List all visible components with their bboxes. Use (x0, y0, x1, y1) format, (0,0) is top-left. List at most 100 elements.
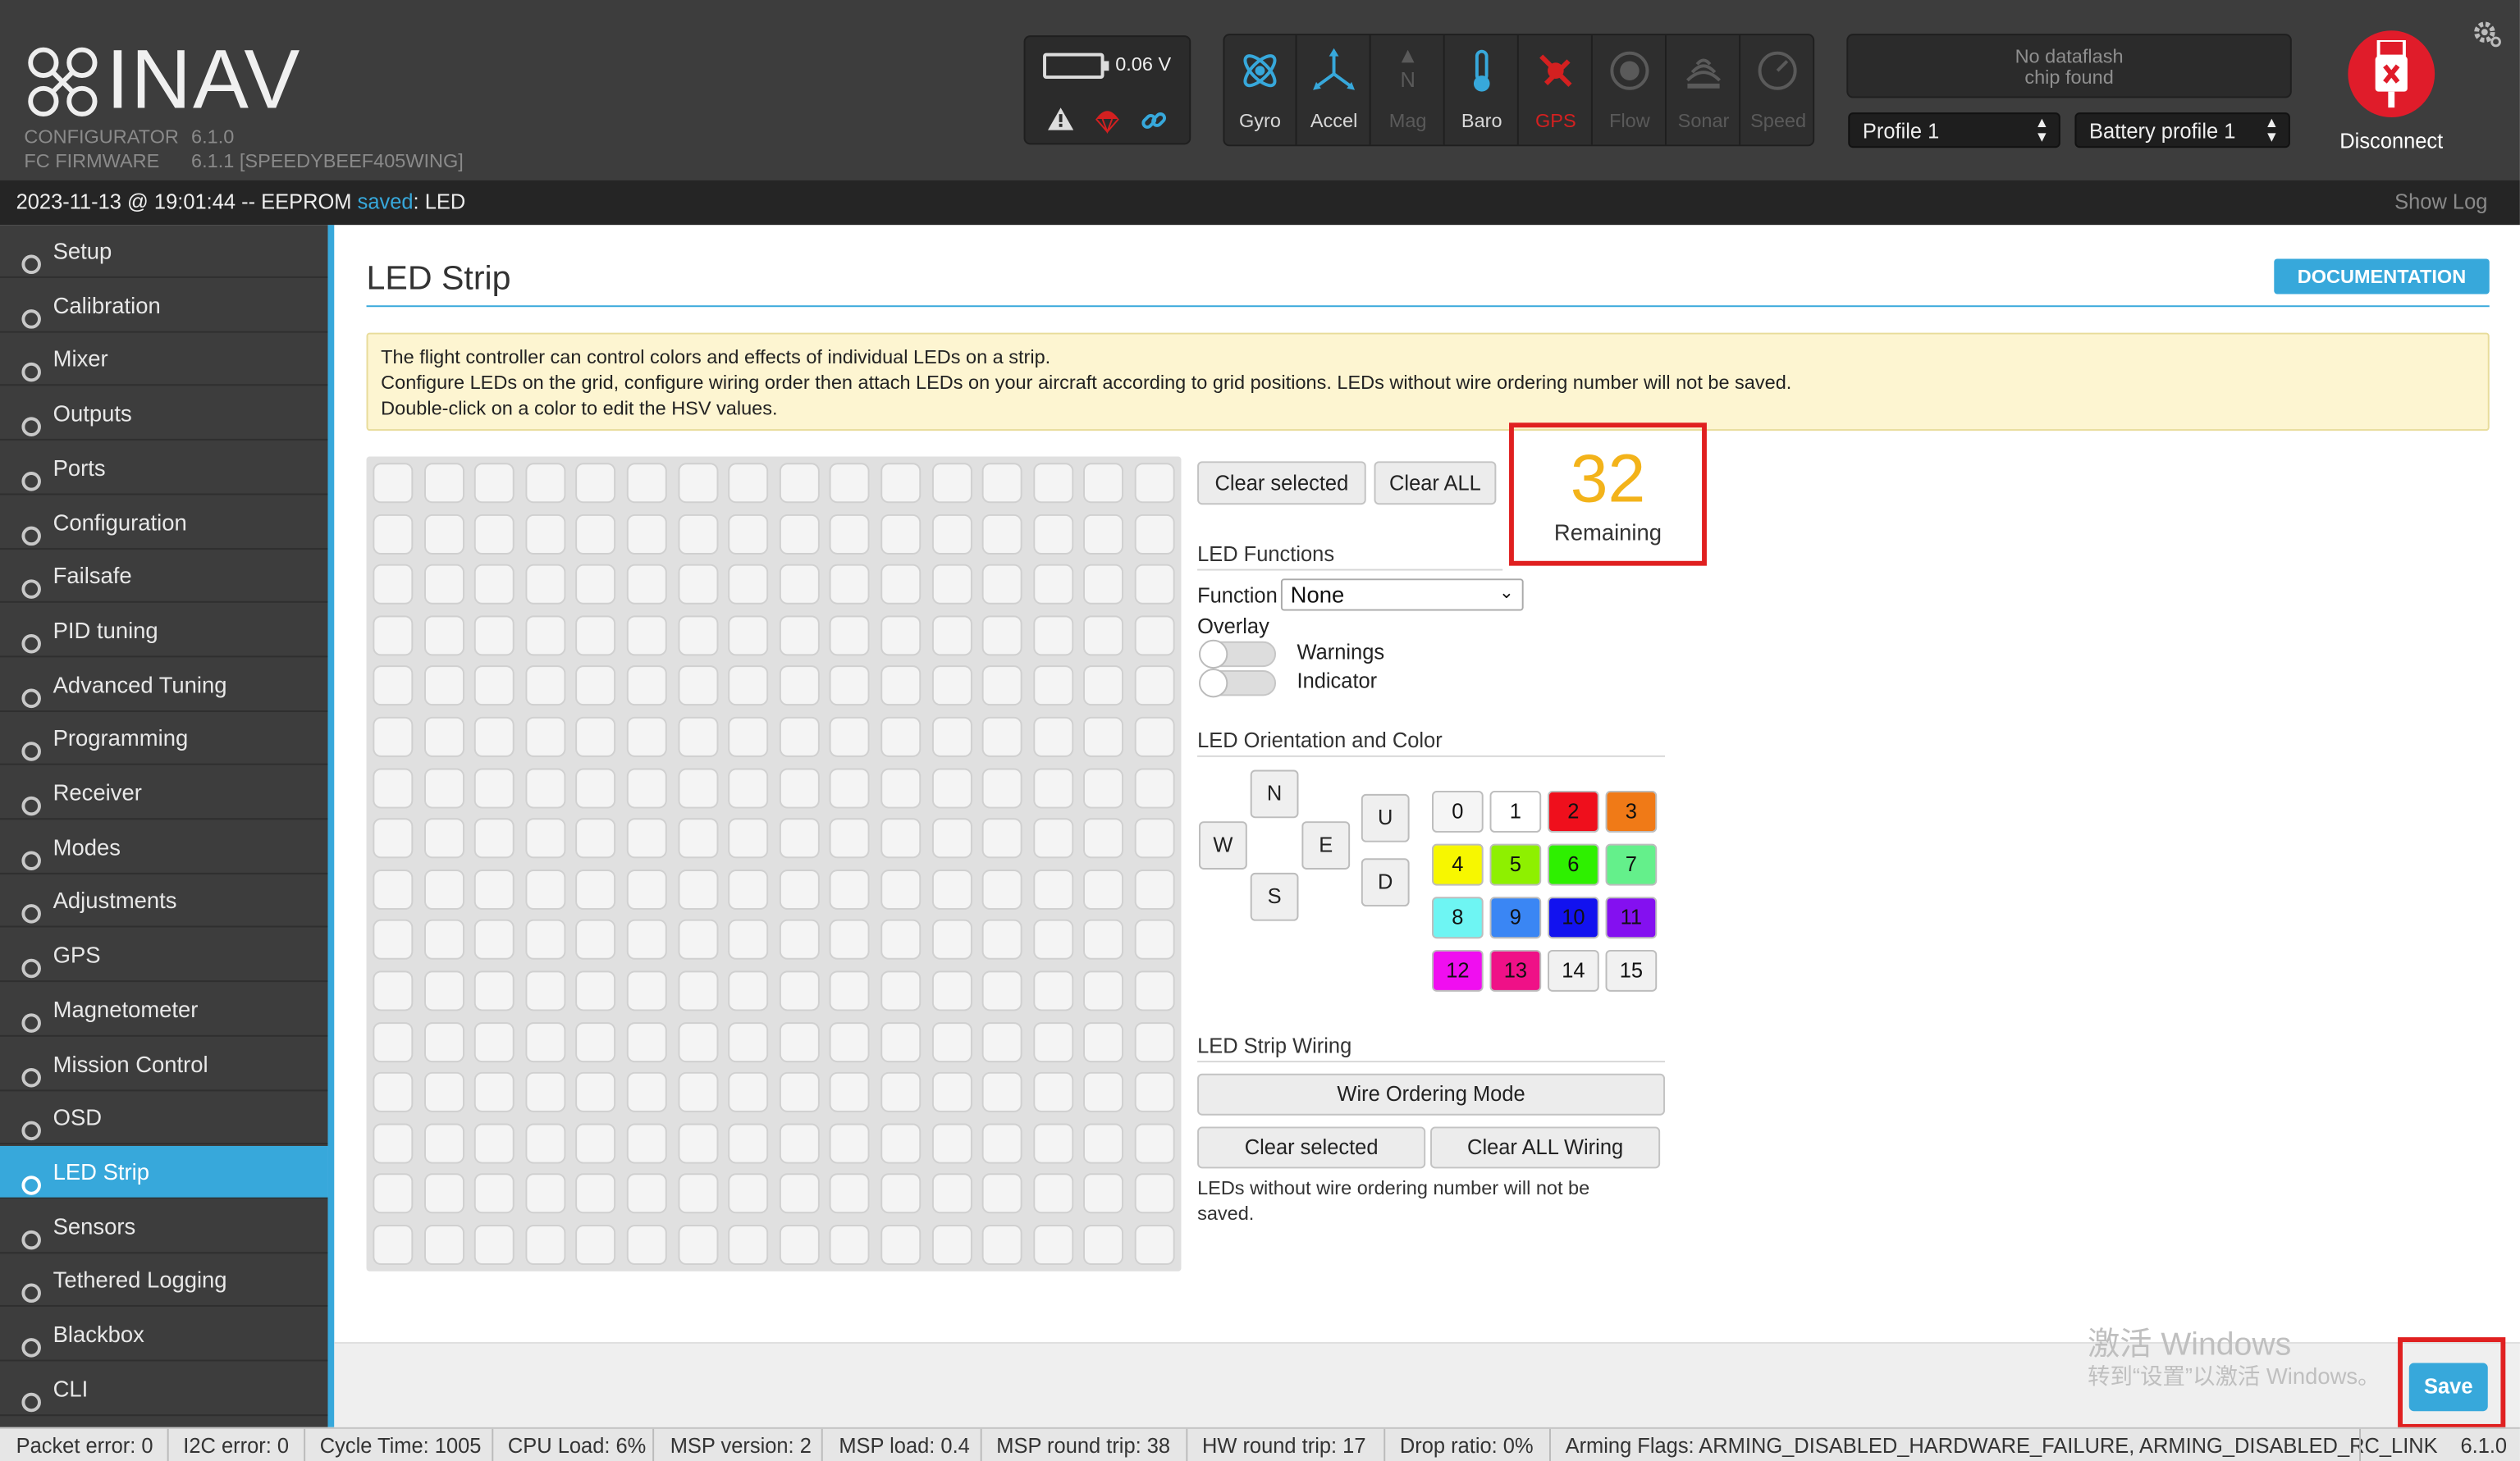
led-cell[interactable] (1083, 970, 1124, 1011)
led-cell[interactable] (423, 1174, 464, 1215)
led-cell[interactable] (982, 1123, 1022, 1164)
led-cell[interactable] (982, 869, 1022, 910)
led-cell[interactable] (373, 716, 414, 757)
led-cell[interactable] (982, 716, 1022, 757)
led-cell[interactable] (779, 818, 820, 859)
led-cell[interactable] (1134, 1174, 1175, 1215)
led-cell[interactable] (779, 767, 820, 808)
led-cell[interactable] (880, 920, 922, 961)
led-cell[interactable] (728, 1224, 769, 1265)
clear-selected-button[interactable]: Clear selected (1197, 461, 1366, 505)
led-cell[interactable] (880, 463, 922, 504)
sidebar-item-adjustments[interactable]: Adjustments (0, 875, 328, 929)
led-cell[interactable] (779, 615, 820, 655)
battery-profile-select[interactable]: Battery profile 1 ▲ ▼ (2074, 112, 2290, 148)
led-cell[interactable] (931, 615, 972, 655)
led-cell[interactable] (575, 1224, 616, 1265)
led-cell[interactable] (779, 514, 820, 555)
led-cell[interactable] (728, 970, 769, 1011)
wire-clear-selected-button[interactable]: Clear selected (1197, 1126, 1426, 1169)
led-cell[interactable] (982, 615, 1022, 655)
led-cell[interactable] (474, 1072, 515, 1113)
led-cell[interactable] (525, 970, 565, 1011)
led-cell[interactable] (525, 1224, 565, 1265)
led-cell[interactable] (626, 970, 667, 1011)
led-cell[interactable] (779, 1072, 820, 1113)
led-cell[interactable] (423, 869, 464, 910)
sidebar-item-failsafe[interactable]: Failsafe (0, 550, 328, 604)
led-cell[interactable] (931, 514, 972, 555)
led-cell[interactable] (575, 615, 616, 655)
led-cell[interactable] (728, 514, 769, 555)
led-cell[interactable] (626, 463, 667, 504)
led-cell[interactable] (626, 716, 667, 757)
led-cell[interactable] (1083, 615, 1124, 655)
settings-gear-icon[interactable] (2470, 18, 2502, 50)
wire-ordering-mode-button[interactable]: Wire Ordering Mode (1197, 1073, 1666, 1116)
led-cell[interactable] (728, 767, 769, 808)
led-cell[interactable] (525, 1021, 565, 1062)
color-swatch-4[interactable]: 4 (1432, 843, 1484, 886)
led-cell[interactable] (525, 716, 565, 757)
led-cell[interactable] (373, 1224, 414, 1265)
led-cell[interactable] (830, 1224, 871, 1265)
color-swatch-1[interactable]: 1 (1489, 790, 1542, 833)
led-cell[interactable] (373, 818, 414, 859)
profile-select[interactable]: Profile 1 ▲ ▼ (1848, 112, 2060, 148)
led-cell[interactable] (830, 920, 871, 961)
led-cell[interactable] (1134, 869, 1175, 910)
led-cell[interactable] (1032, 564, 1073, 605)
led-cell[interactable] (474, 818, 515, 859)
led-cell[interactable] (880, 1123, 922, 1164)
led-cell[interactable] (1134, 615, 1175, 655)
led-cell[interactable] (423, 818, 464, 859)
led-cell[interactable] (931, 818, 972, 859)
led-cell[interactable] (525, 767, 565, 808)
led-cell[interactable] (1134, 564, 1175, 605)
led-cell[interactable] (1083, 665, 1124, 706)
sidebar-item-setup[interactable]: Setup (0, 225, 328, 278)
led-cell[interactable] (830, 1021, 871, 1062)
led-cell[interactable] (626, 1072, 667, 1113)
sidebar-item-cli[interactable]: CLI (0, 1363, 328, 1416)
led-cell[interactable] (1134, 818, 1175, 859)
direction-d-button[interactable]: D (1361, 858, 1410, 907)
led-cell[interactable] (423, 463, 464, 504)
led-cell[interactable] (1134, 1021, 1175, 1062)
led-cell[interactable] (677, 514, 718, 555)
led-cell[interactable] (373, 514, 414, 555)
led-cell[interactable] (931, 869, 972, 910)
led-cell[interactable] (830, 1072, 871, 1113)
color-swatch-13[interactable]: 13 (1489, 949, 1542, 992)
led-cell[interactable] (525, 615, 565, 655)
sidebar-item-gps[interactable]: GPS (0, 929, 328, 983)
led-cell[interactable] (474, 970, 515, 1011)
led-cell[interactable] (931, 564, 972, 605)
color-swatch-2[interactable]: 2 (1548, 790, 1599, 833)
led-cell[interactable] (1134, 1123, 1175, 1164)
led-cell[interactable] (575, 716, 616, 757)
led-cell[interactable] (1134, 970, 1175, 1011)
led-cell[interactable] (423, 564, 464, 605)
led-cell[interactable] (779, 1174, 820, 1215)
led-cell[interactable] (830, 869, 871, 910)
led-cell[interactable] (1083, 1174, 1124, 1215)
sidebar-item-ports[interactable]: Ports (0, 441, 328, 495)
led-cell[interactable] (830, 1174, 871, 1215)
led-cell[interactable] (931, 1123, 972, 1164)
led-cell[interactable] (474, 767, 515, 808)
led-cell[interactable] (1032, 767, 1073, 808)
led-cell[interactable] (830, 1123, 871, 1164)
led-cell[interactable] (373, 1072, 414, 1113)
led-cell[interactable] (525, 1072, 565, 1113)
led-cell[interactable] (423, 1224, 464, 1265)
led-cell[interactable] (575, 665, 616, 706)
led-cell[interactable] (1083, 1123, 1124, 1164)
led-cell[interactable] (728, 1021, 769, 1062)
led-cell[interactable] (880, 514, 922, 555)
led-cell[interactable] (525, 1174, 565, 1215)
color-swatch-14[interactable]: 14 (1548, 949, 1599, 992)
led-cell[interactable] (677, 1174, 718, 1215)
led-cell[interactable] (1083, 1072, 1124, 1113)
led-cell[interactable] (982, 818, 1022, 859)
